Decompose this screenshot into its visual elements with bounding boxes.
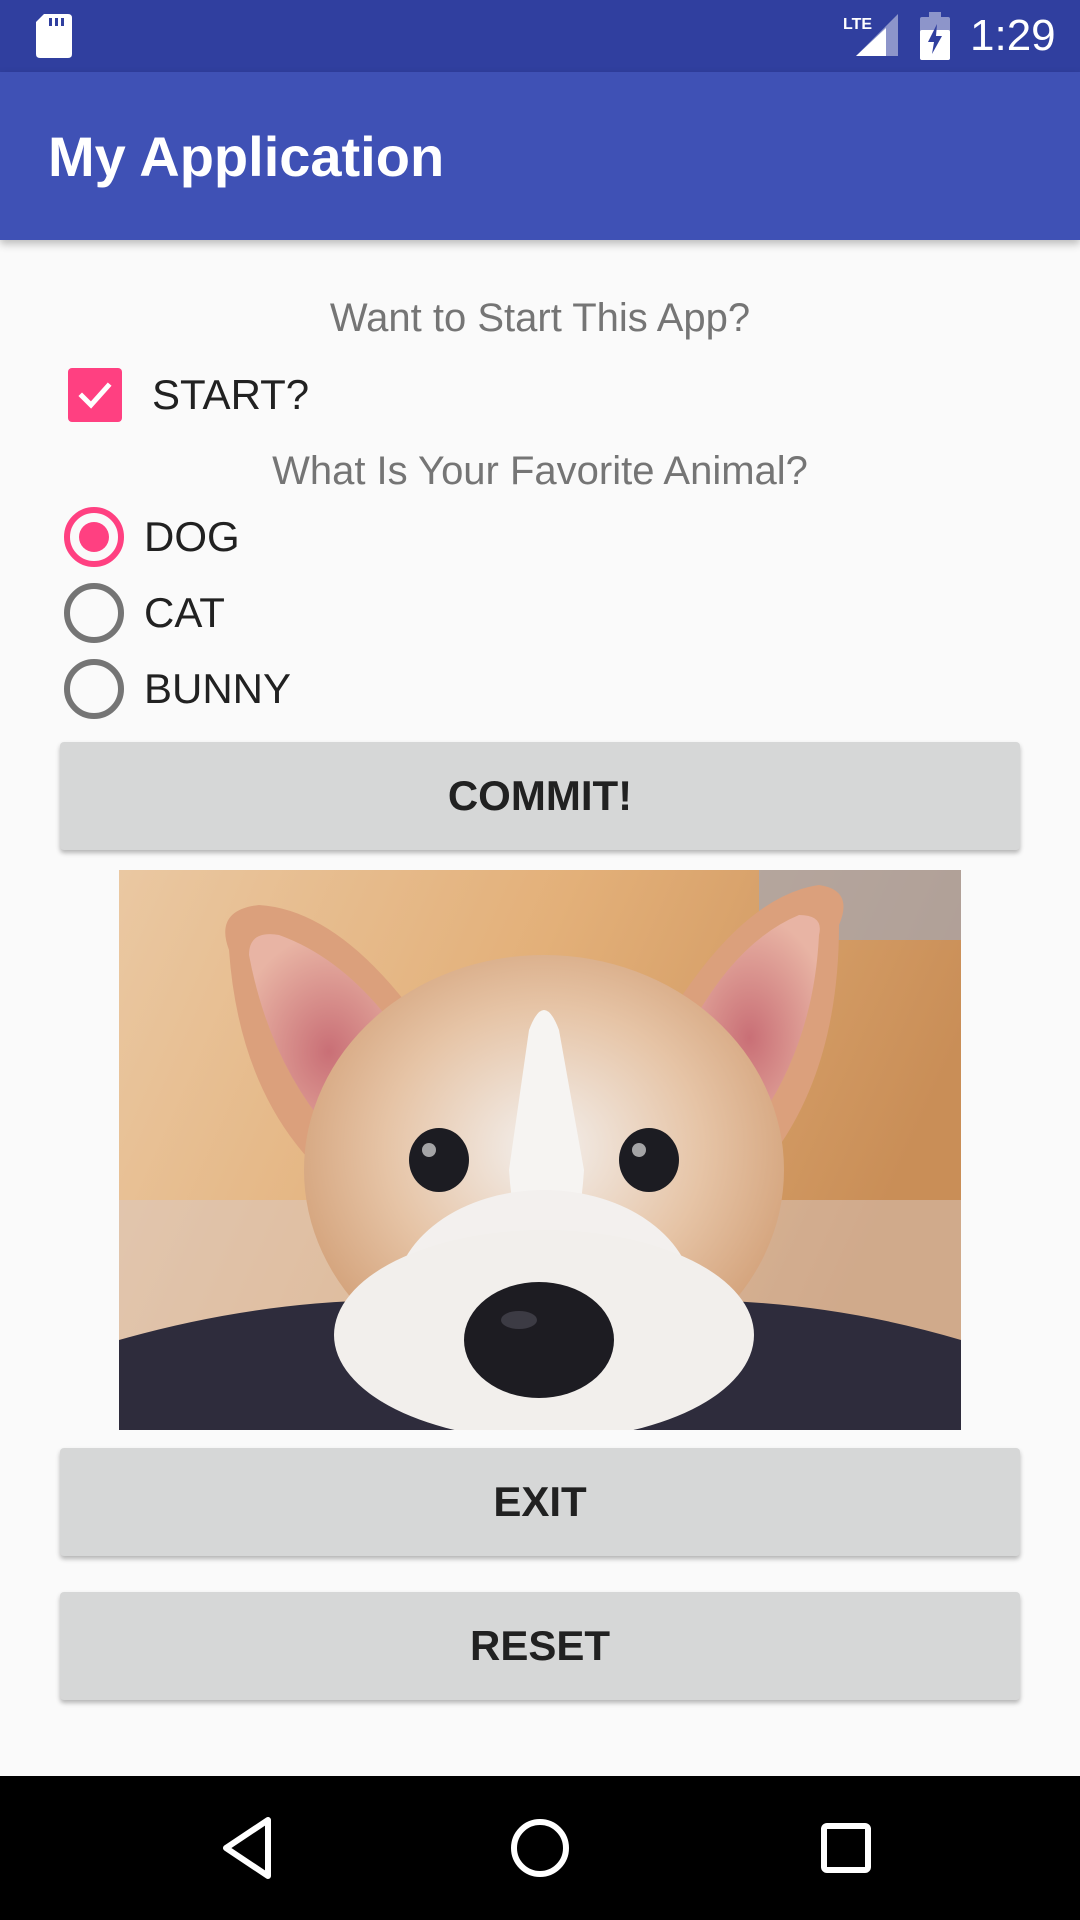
radio-selected-dot xyxy=(79,522,109,552)
start-checkbox-label: START? xyxy=(152,371,310,418)
radio-bunny-label: BUNNY xyxy=(144,665,292,712)
app-bar: My Application xyxy=(0,72,1080,240)
animal-question: What Is Your Favorite Animal? xyxy=(272,449,808,493)
radio-bunny-button[interactable] xyxy=(64,659,124,719)
battery-charging-icon xyxy=(920,12,950,60)
radio-dog-label: DOG xyxy=(144,513,240,560)
radio-dog-button[interactable] xyxy=(64,507,124,567)
recents-icon[interactable] xyxy=(810,1812,882,1884)
commit-button[interactable]: COMMIT! xyxy=(60,742,1020,850)
radio-bunny-option[interactable]: BUNNY xyxy=(60,654,291,724)
sd-card-icon xyxy=(36,14,72,58)
start-checkbox[interactable] xyxy=(68,368,122,422)
radio-cat-button[interactable] xyxy=(64,583,124,643)
clock: 1:29 xyxy=(970,11,1056,60)
radio-cat-label: CAT xyxy=(144,589,225,636)
start-question: Want to Start This App? xyxy=(329,296,751,340)
radio-cat-option[interactable]: CAT xyxy=(60,578,225,648)
back-icon[interactable] xyxy=(212,1810,288,1886)
home-icon[interactable] xyxy=(500,1808,580,1888)
dog-photo xyxy=(119,870,961,1430)
exit-button[interactable]: EXIT xyxy=(60,1448,1020,1556)
lte-signal-icon: LTE xyxy=(843,14,898,56)
checkmark-icon xyxy=(78,382,112,409)
network-label: LTE xyxy=(843,16,872,33)
navigation-bar xyxy=(0,1776,1080,1920)
reset-button[interactable]: RESET xyxy=(60,1592,1020,1700)
status-bar: LTE 1:29 xyxy=(0,0,1080,72)
radio-dog-option[interactable]: DOG xyxy=(60,502,240,572)
app-title: My Application xyxy=(48,125,445,188)
start-checkbox-row[interactable]: START? xyxy=(60,360,309,430)
